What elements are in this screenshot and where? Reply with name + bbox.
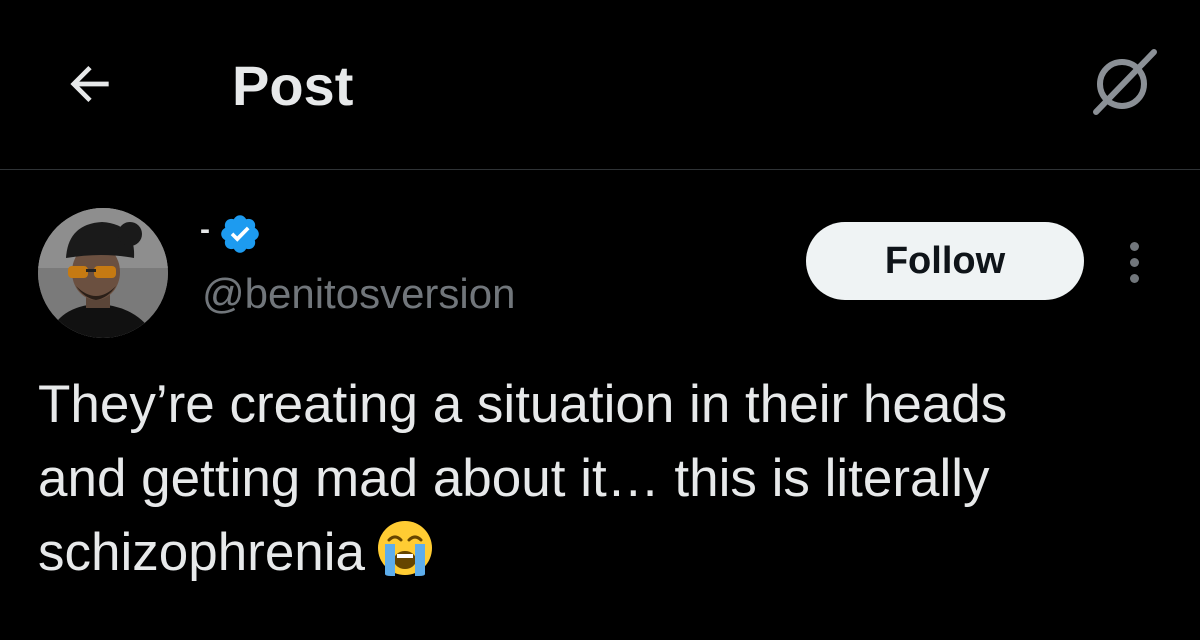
tweet-text: They’re creating a situation in their he…	[38, 368, 1168, 598]
grok-icon	[1093, 49, 1157, 115]
author-display-name[interactable]: -	[200, 212, 210, 248]
verified-badge-icon	[221, 215, 259, 253]
avatar[interactable]	[38, 208, 168, 338]
arrow-left-icon	[70, 66, 109, 102]
loudly-crying-face-emoji	[375, 518, 435, 598]
top-bar: Post	[0, 0, 1200, 170]
author-handle[interactable]: @benitosversion	[202, 268, 515, 320]
more-options-button[interactable]	[1116, 232, 1152, 292]
profile-photo	[38, 208, 168, 338]
more-vertical-icon	[1129, 241, 1139, 251]
more-vertical-icon-dot	[1129, 273, 1139, 283]
tweet-line-2: and getting mad about it… this is litera…	[38, 449, 990, 508]
more-vertical-icon-dot	[1129, 257, 1139, 267]
back-button[interactable]	[58, 52, 122, 116]
grok-button[interactable]	[1084, 42, 1164, 122]
post-page: Post - @benitosversion Follow They’re cr…	[0, 0, 1200, 640]
tweet-line-1: They’re creating a situation in their he…	[38, 375, 1008, 434]
follow-button[interactable]: Follow	[806, 222, 1084, 300]
page-title: Post	[232, 54, 354, 117]
tweet-line-3: schizophrenia	[38, 523, 366, 582]
